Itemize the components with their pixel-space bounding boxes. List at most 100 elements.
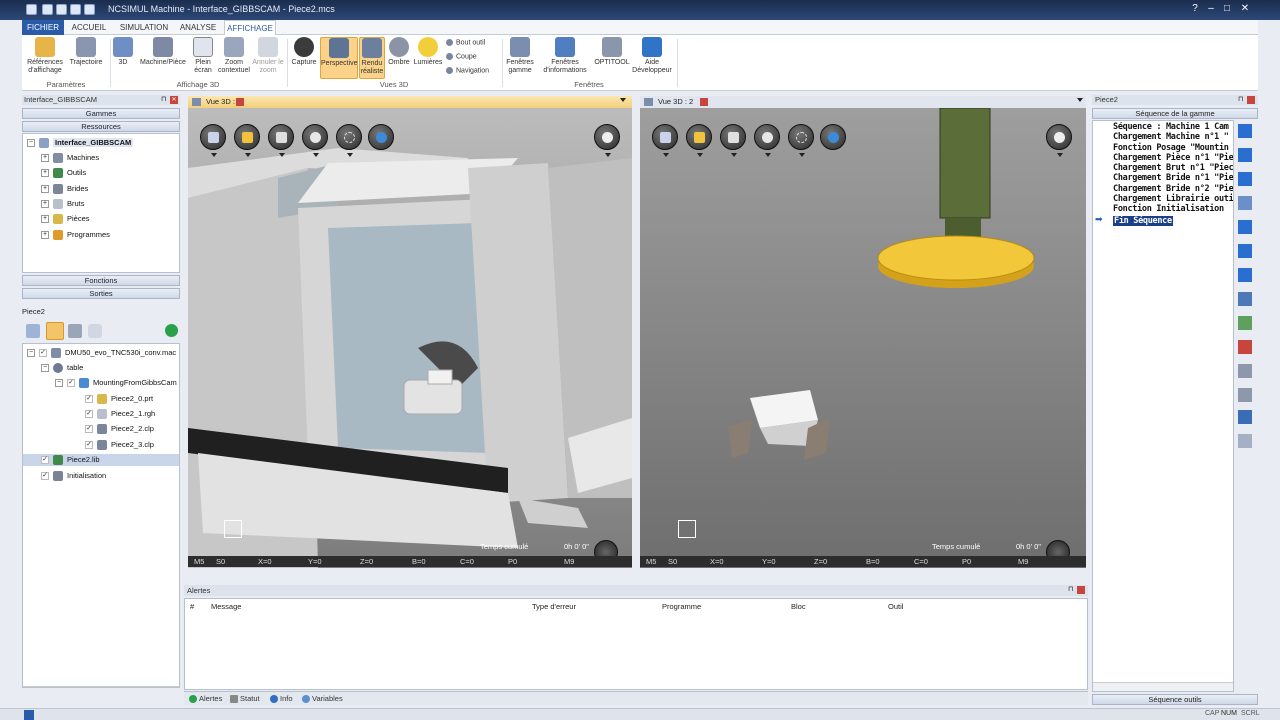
fullscreen-button[interactable]: Plein écran [190, 37, 216, 75]
col-hash[interactable]: # [190, 602, 194, 611]
pencil-icon[interactable] [1238, 388, 1252, 402]
annuler-zoom-button[interactable]: Annuler le zoom [252, 37, 284, 75]
view2-close-icon[interactable] [700, 98, 708, 106]
tree-file-2[interactable]: ✓ Piece2_2.clp [85, 424, 154, 435]
step-icon[interactable] [1238, 196, 1252, 210]
rotate-view-button[interactable] [820, 124, 846, 150]
view-camera-button[interactable] [594, 124, 620, 150]
section-fonctions[interactable]: Fonctions [22, 275, 180, 286]
tree-init[interactable]: ✓ Initialisation [41, 471, 106, 482]
display-stock-button[interactable] [720, 124, 746, 150]
view2-dropdown-icon[interactable] [1077, 98, 1083, 102]
tree-table[interactable]: − table [41, 363, 83, 374]
zoom-view-button[interactable] [754, 124, 780, 150]
chevron-down-icon[interactable] [605, 153, 611, 157]
bout-outil-button[interactable]: Bout outil [446, 39, 485, 46]
app-icon[interactable] [26, 4, 37, 15]
pin-icon[interactable]: ⊓ [1068, 585, 1073, 593]
chevron-down-icon[interactable] [279, 153, 285, 157]
chevron-down-icon[interactable] [245, 153, 251, 157]
tree-root[interactable]: − Interface_GIBBSCAM [27, 138, 134, 149]
tree-item-machines[interactable]: + Machines [41, 153, 99, 164]
tab-alertes[interactable]: Alertes [189, 694, 222, 704]
capture-button[interactable]: Capture [289, 37, 319, 67]
help-icon[interactable]: ? [1188, 3, 1202, 15]
pin-icon[interactable]: ⊓ [1238, 95, 1243, 103]
zoom-view-button[interactable] [302, 124, 328, 150]
aide-dev-button[interactable]: Aide Développeur [632, 37, 672, 75]
seq-line[interactable]: Fonction Posage "Mountin [1113, 143, 1233, 153]
tab-variables[interactable]: Variables [302, 694, 343, 704]
play-reverse-icon[interactable] [1238, 172, 1252, 186]
display-part-button[interactable] [234, 124, 260, 150]
chevron-down-icon[interactable] [663, 153, 669, 157]
sequence-outils-tab[interactable]: Séquence outils [1092, 694, 1258, 705]
view-orientation-button[interactable] [652, 124, 678, 150]
col-message[interactable]: Message [211, 602, 241, 611]
seq-line[interactable]: Chargement Pièce n°1 "Pie [1113, 153, 1233, 163]
tree-item-outils[interactable]: + Outils [41, 168, 86, 179]
chevron-down-icon[interactable] [1057, 153, 1063, 157]
panel-close-icon[interactable] [1077, 586, 1085, 594]
chevron-down-icon[interactable] [765, 153, 771, 157]
tab-statut[interactable]: Statut [230, 694, 260, 704]
seq-line[interactable]: Chargement Machine n°1 " [1113, 132, 1233, 142]
tree-file-3[interactable]: ✓ Piece2_3.clp [85, 440, 154, 451]
seq-line[interactable]: Chargement Bride n°1 "Pie [1113, 173, 1233, 183]
section-sorties[interactable]: Sorties [22, 288, 180, 299]
seq-line-selected[interactable]: Fin Séquence [1113, 215, 1173, 226]
rendu-realiste-button[interactable]: Rendu réaliste [359, 37, 385, 79]
new-icon[interactable] [42, 4, 53, 15]
tree-item-programmes[interactable]: + Programmes [41, 230, 110, 241]
edit-icon[interactable] [1238, 364, 1252, 378]
lumieres-button[interactable]: Lumières [412, 37, 444, 67]
tree-machine[interactable]: − ✓ DMU50_evo_TNC530i_conv.mac [27, 348, 176, 359]
perspective-button[interactable]: Perspective [320, 37, 358, 79]
tab-analyse[interactable]: ANALYSE [176, 20, 220, 35]
save-icon[interactable] [1238, 410, 1252, 424]
add-icon[interactable] [1238, 316, 1252, 330]
tab-fichier[interactable]: FICHIER [22, 20, 64, 35]
hscrollbar[interactable] [23, 686, 179, 687]
view-camera-button[interactable] [1046, 124, 1072, 150]
play-icon[interactable] [1238, 220, 1252, 234]
tree-item-pieces[interactable]: + Pièces [41, 214, 90, 225]
tab-accueil[interactable]: ACCUEIL [68, 20, 110, 35]
select-view-button[interactable] [788, 124, 814, 150]
tree-file-1[interactable]: ✓ Piece2_1.rgh [85, 409, 155, 420]
view-3d-button[interactable]: 3D [112, 37, 134, 67]
tree-mounting[interactable]: − ✓ MountingFromGibbsCam [55, 378, 177, 389]
coupe-button[interactable]: Coupe [446, 53, 477, 60]
view1-canvas[interactable]: Temps cumulé 0h 0' 0" [188, 108, 632, 568]
step-back-icon[interactable] [1238, 148, 1252, 162]
view1-close-icon[interactable] [236, 98, 244, 106]
piece-settings-icon[interactable] [68, 324, 82, 338]
navigation-button[interactable]: Navigation [446, 67, 489, 74]
tab-affichage[interactable]: AFFICHAGE [224, 20, 276, 36]
open-icon[interactable] [56, 4, 67, 15]
trajectoire-button[interactable]: Trajectoire [66, 37, 106, 67]
ombre-button[interactable]: Ombre [386, 37, 412, 67]
zoom-contextuel-button[interactable]: Zoom contextuel [216, 37, 252, 75]
maximize-icon[interactable]: □ [1220, 3, 1234, 15]
print-icon[interactable] [84, 4, 95, 15]
last-step-icon[interactable] [1238, 268, 1252, 282]
new-piece-icon[interactable] [26, 324, 40, 338]
seq-line[interactable]: Chargement Librairie outil [1113, 194, 1233, 204]
select-view-button[interactable] [336, 124, 362, 150]
chevron-down-icon[interactable] [731, 153, 737, 157]
tree-item-brides[interactable]: + Brides [41, 184, 88, 195]
pin-icon[interactable]: ⊓ [161, 95, 166, 103]
references-button[interactable]: Références d'affichage [24, 37, 66, 75]
chevron-down-icon[interactable] [211, 153, 217, 157]
col-bloc[interactable]: Bloc [791, 602, 806, 611]
col-programme[interactable]: Programme [662, 602, 701, 611]
tab-info[interactable]: Info [270, 694, 293, 704]
hscrollbar[interactable] [1093, 682, 1233, 691]
binoculars-icon[interactable] [1238, 292, 1252, 306]
tree-item-bruts[interactable]: + Bruts [41, 199, 85, 210]
piece-view-icon[interactable] [46, 322, 64, 340]
fenetres-gamme-button[interactable]: Fenêtres gamme [504, 37, 536, 75]
minimize-icon[interactable]: – [1204, 3, 1218, 15]
comment-icon[interactable] [88, 324, 102, 338]
